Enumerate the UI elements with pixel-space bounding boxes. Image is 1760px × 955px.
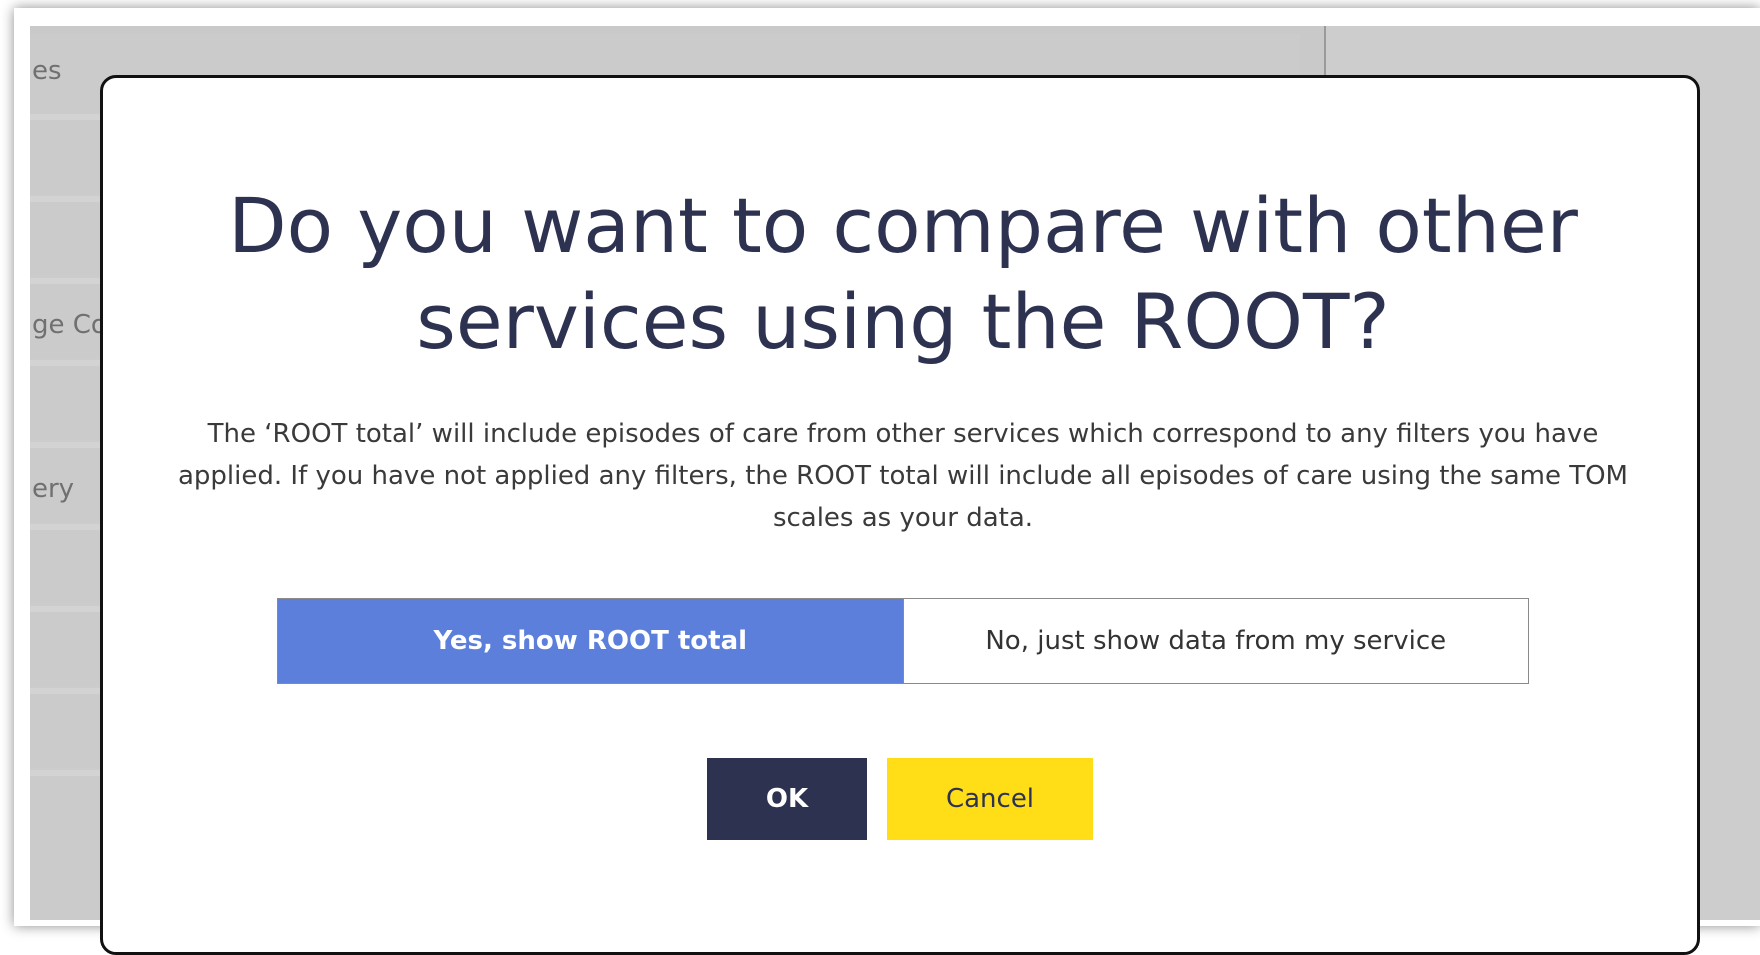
cancel-button[interactable]: Cancel bbox=[887, 758, 1093, 840]
ok-button[interactable]: OK bbox=[707, 758, 867, 840]
no-just-my-service-option[interactable]: No, just show data from my service bbox=[902, 599, 1528, 683]
compare-root-dialog: Do you want to compare with other servic… bbox=[100, 75, 1700, 955]
dialog-actions: OK Cancel bbox=[707, 758, 1093, 840]
background-row-label: es bbox=[32, 56, 62, 86]
dialog-description: The ‘ROOT total’ will include episodes o… bbox=[177, 419, 1628, 533]
background-row-label: ge Co bbox=[32, 310, 107, 340]
dialog-title: Do you want to compare with other servic… bbox=[228, 181, 1578, 366]
yes-show-root-total-option[interactable]: Yes, show ROOT total bbox=[278, 599, 903, 683]
root-comparison-toggle: Yes, show ROOT total No, just show data … bbox=[277, 598, 1529, 684]
background-row-label: ery bbox=[32, 474, 75, 504]
